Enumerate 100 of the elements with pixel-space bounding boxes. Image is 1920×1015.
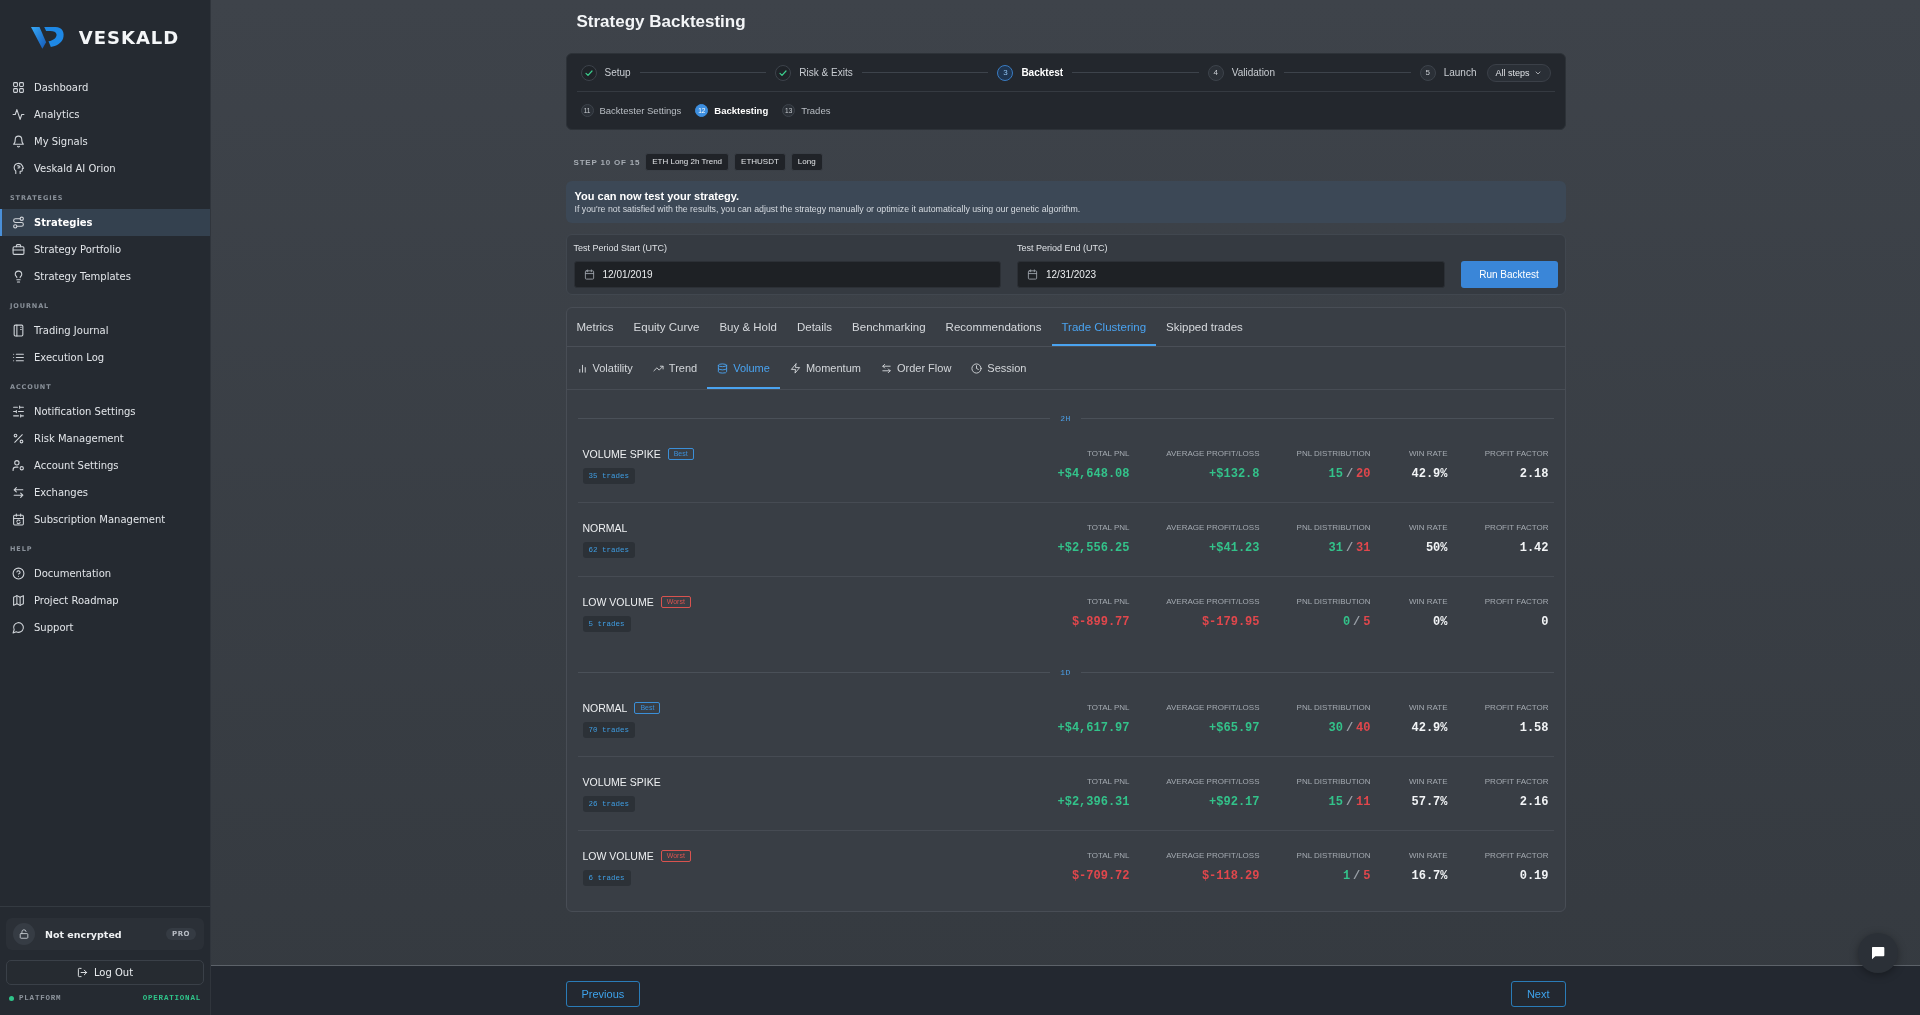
- sliders-icon: [12, 405, 25, 418]
- distribution-value: 31 / 31: [1328, 540, 1371, 556]
- metric-value: +$2,556.25: [1057, 540, 1130, 556]
- nav-item[interactable]: Notification Settings: [0, 398, 210, 425]
- tab[interactable]: Skipped trades: [1156, 308, 1253, 346]
- metric-label: AVERAGE PROFIT/LOSS: [1166, 851, 1260, 861]
- distribution-value: 0 / 5: [1342, 614, 1371, 630]
- metric-label: AVERAGE PROFIT/LOSS: [1166, 777, 1260, 787]
- cluster-name: VOLUME SPIKE: [582, 447, 661, 461]
- subtab[interactable]: Trend: [642, 347, 708, 389]
- run-backtest-button[interactable]: Run Backtest: [1460, 261, 1558, 288]
- metric-label: AVERAGE PROFIT/LOSS: [1166, 703, 1260, 713]
- metric-value: +$132.8: [1209, 466, 1260, 482]
- briefcase-icon: [12, 243, 25, 256]
- notice-text: If you're not satisfied with the results, you can adjust the strategy manually or optimize it automatically using our genetic algorithm.: [574, 203, 1082, 215]
- tab[interactable]: Buy & Hold: [709, 308, 787, 346]
- nav-item[interactable]: Documentation: [0, 560, 210, 587]
- cluster-name: VOLUME SPIKE: [582, 775, 661, 789]
- subtab[interactable]: Momentum: [779, 347, 871, 389]
- nav-item[interactable]: Trading Journal: [0, 317, 210, 344]
- page-title: Strategy Backtesting: [576, 12, 747, 32]
- tab[interactable]: Recommendations: [935, 308, 1052, 346]
- nav-item[interactable]: Strategy Portfolio: [0, 236, 210, 263]
- grid-icon: [12, 81, 25, 94]
- clock-icon: [971, 362, 983, 374]
- subtab[interactable]: Order Flow: [870, 347, 962, 389]
- metric-value: +$65.97: [1209, 720, 1260, 736]
- tab[interactable]: Trade Clustering: [1051, 308, 1157, 346]
- nav-item[interactable]: Support: [0, 614, 210, 641]
- metric-label: WIN RATE: [1409, 597, 1448, 607]
- metric-value: 0.19: [1519, 868, 1549, 884]
- tab[interactable]: Equity Curve: [623, 308, 710, 346]
- metric-value: +$2,396.31: [1057, 794, 1130, 810]
- metric-value: 2.16: [1519, 794, 1549, 810]
- metric-value: $-179.95: [1201, 614, 1260, 630]
- pulse-icon: [12, 108, 25, 121]
- metric-value: 2.18: [1519, 466, 1549, 482]
- metric-label: PROFIT FACTOR: [1484, 449, 1549, 459]
- metric-value: 57.7%: [1411, 794, 1448, 810]
- help-icon: [12, 567, 25, 580]
- steps-dropdown[interactable]: All steps: [1486, 63, 1551, 82]
- metric-label: AVERAGE PROFIT/LOSS: [1166, 449, 1260, 459]
- metric-label: PROFIT FACTOR: [1484, 777, 1549, 787]
- nav-item[interactable]: Project Roadmap: [0, 587, 210, 614]
- next-button[interactable]: Next: [1510, 981, 1566, 1007]
- subtab[interactable]: Volume: [707, 347, 780, 389]
- metric-label: TOTAL PNL: [1086, 449, 1130, 459]
- nav-item[interactable]: Strategy Templates: [0, 263, 210, 290]
- subtab[interactable]: Volatility: [566, 347, 643, 389]
- distribution-value: 15 / 11: [1328, 794, 1371, 810]
- metric-value: 0: [1541, 614, 1549, 630]
- previous-button[interactable]: Previous: [565, 981, 641, 1007]
- metric-value: $-899.77: [1071, 614, 1130, 630]
- metric-value: 1.58: [1519, 720, 1549, 736]
- metric-value: $-118.29: [1201, 868, 1260, 884]
- step-link[interactable]: Risk & Exits: [775, 64, 853, 81]
- nav-item[interactable]: Subscription Management: [0, 506, 210, 533]
- metric-label: PROFIT FACTOR: [1484, 597, 1549, 607]
- date-field[interactable]: 12/01/2019: [573, 261, 1001, 288]
- metric-label: WIN RATE: [1409, 851, 1448, 861]
- group-label: 2H: [1060, 413, 1071, 423]
- percent-icon: [12, 432, 25, 445]
- tab[interactable]: Details: [786, 308, 843, 346]
- metric-label: WIN RATE: [1409, 777, 1448, 787]
- date-field[interactable]: 12/31/2023: [1017, 261, 1445, 288]
- metric-label: WIN RATE: [1409, 703, 1448, 713]
- bar-chart-icon: [576, 362, 588, 374]
- distribution-value: 15 / 20: [1328, 466, 1371, 482]
- nav-item[interactable]: Analytics: [0, 101, 210, 128]
- nav-item[interactable]: Dashboard: [0, 74, 210, 101]
- metric-value: +$92.17: [1209, 794, 1260, 810]
- nav-item[interactable]: Execution Log: [0, 344, 210, 371]
- nav-item[interactable]: Strategies: [0, 209, 210, 236]
- tab[interactable]: Metrics: [566, 308, 624, 346]
- step-link[interactable]: 5 Launch: [1419, 64, 1477, 81]
- nav-item[interactable]: My Signals: [0, 128, 210, 155]
- metric-label: WIN RATE: [1409, 449, 1448, 459]
- metric-value: +$4,648.08: [1057, 466, 1130, 482]
- metric-value: 50%: [1425, 540, 1448, 556]
- step-link[interactable]: Setup: [580, 64, 631, 81]
- nav-item[interactable]: Risk Management: [0, 425, 210, 452]
- subtab[interactable]: Session: [961, 347, 1037, 389]
- calendar-icon: [1027, 269, 1038, 280]
- notice-title: You can now test your strategy.: [574, 189, 741, 203]
- bell-icon: [12, 135, 25, 148]
- nav-item[interactable]: Account Settings: [0, 452, 210, 479]
- brand-name: VESKALD: [78, 26, 180, 48]
- step-number: 3: [997, 64, 1014, 81]
- tab[interactable]: Benchmarking: [842, 308, 936, 346]
- metric-value: 42.9%: [1411, 466, 1448, 482]
- chat-icon: [1870, 945, 1886, 961]
- step-link[interactable]: 4 Validation: [1207, 64, 1275, 81]
- metric-label: PROFIT FACTOR: [1484, 523, 1549, 533]
- metric-label: PROFIT FACTOR: [1484, 851, 1549, 861]
- step-link[interactable]: 3 Backtest: [997, 64, 1064, 81]
- nav-item[interactable]: Veskald AI Orion: [0, 155, 210, 182]
- nav-item[interactable]: Exchanges: [0, 479, 210, 506]
- group-label: 1D: [1060, 667, 1071, 677]
- strategy-tag: Long: [790, 153, 823, 171]
- logout-button[interactable]: Log Out: [6, 960, 204, 985]
